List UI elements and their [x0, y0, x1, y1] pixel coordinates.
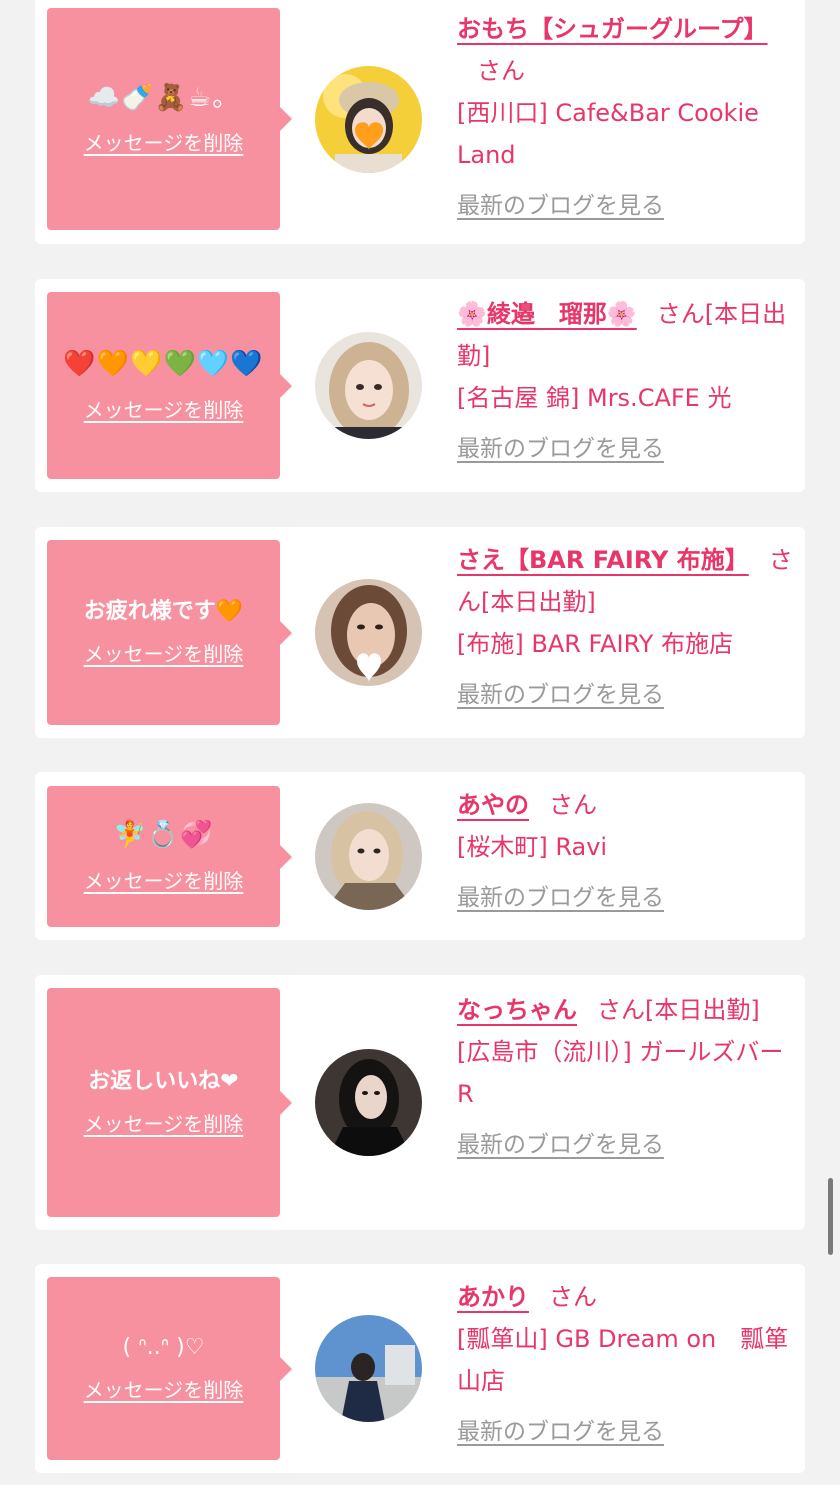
shop-name: [西川口] Cafe&Bar Cookie Land	[457, 99, 759, 169]
profile-name-link[interactable]: あかり	[457, 1283, 529, 1311]
message-bubble: お返しいいね❤ メッセージを削除	[47, 988, 292, 1217]
message-card: ❤️🧡💛💚🩵💙 メッセージを削除 🌸綾邉 瑠那🌸 さん[本日出勤] [名古屋 錦]…	[35, 279, 805, 492]
name-suffix: さん	[549, 791, 597, 819]
profile-name-link[interactable]: 🌸綾邉 瑠那🌸	[457, 300, 637, 328]
latest-blog-link[interactable]: 最新のブログを見る	[457, 186, 799, 220]
delete-message-link[interactable]: メッセージを削除	[84, 865, 244, 894]
delete-message-link[interactable]: メッセージを削除	[84, 638, 244, 667]
profile-name-link[interactable]: あやの	[457, 791, 529, 819]
message-text: ❤️🧡💛💚🩵💙	[63, 349, 264, 380]
profile-name-link[interactable]: さえ【BAR FAIRY 布施】	[457, 546, 749, 574]
delete-message-link[interactable]: メッセージを削除	[84, 394, 244, 423]
message-card: お返しいいね❤ メッセージを削除 なっちゃん さん[本日出勤] [広島市（流川）]…	[35, 975, 805, 1230]
message-text: お返しいいね❤	[88, 1068, 239, 1094]
message-text: ☁️🍼🧸☕。	[87, 82, 240, 113]
message-text: お疲れ様です🧡	[83, 598, 244, 624]
shop-name: [広島市（流川）] ガールズバーR	[457, 1038, 784, 1108]
profile-name-link[interactable]: おもち【シュガーグループ】	[457, 15, 768, 43]
message-bubble: ☁️🍼🧸☕。 メッセージを削除	[47, 8, 292, 230]
message-card: お疲れ様です🧡 メッセージを削除 さえ【BAR FAIRY 布施】 さん[本日出勤…	[35, 527, 805, 738]
message-bubble: お疲れ様です🧡 メッセージを削除	[47, 540, 292, 725]
delete-message-link[interactable]: メッセージを削除	[84, 1108, 244, 1137]
profile-info: 🌸綾邉 瑠那🌸 さん[本日出勤] [名古屋 錦] Mrs.CAFE 光 最新のブロ…	[457, 293, 799, 463]
latest-blog-link[interactable]: 最新のブログを見る	[457, 675, 799, 709]
scrollbar[interactable]	[828, 1178, 833, 1255]
message-bubble: ❤️🧡💛💚🩵💙 メッセージを削除	[47, 292, 292, 479]
shop-name: [布施] BAR FAIRY 布施店	[457, 630, 734, 658]
avatar[interactable]	[315, 803, 422, 910]
name-suffix: さん	[549, 1283, 597, 1311]
avatar[interactable]	[315, 579, 422, 686]
message-bubble: 🧚💍💞 メッセージを削除	[47, 786, 292, 927]
message-text: 🧚💍💞	[113, 820, 214, 851]
message-text: ( ᐢ..ᐢ )♡	[122, 1334, 205, 1360]
name-suffix: さん	[477, 57, 525, 85]
delete-message-link[interactable]: メッセージを削除	[84, 1374, 244, 1403]
latest-blog-link[interactable]: 最新のブログを見る	[457, 1412, 799, 1446]
profile-info: あやの さん [桜木町] Ravi 最新のブログを見る	[457, 784, 799, 912]
latest-blog-link[interactable]: 最新のブログを見る	[457, 1125, 799, 1159]
message-card: 🧚💍💞 メッセージを削除 あやの さん [桜木町] Ravi 最新のブログを見る	[35, 772, 805, 940]
message-card: ☁️🍼🧸☕。 メッセージを削除 おもち【シュガーグループ】さん [西川口] Ca…	[35, 0, 805, 244]
profile-name-link[interactable]: なっちゃん	[457, 996, 577, 1024]
profile-info: なっちゃん さん[本日出勤] [広島市（流川）] ガールズバーR 最新のブログを見…	[457, 989, 799, 1159]
shop-name: [瓢箪山] GB Dream on 瓢箪山店	[457, 1325, 789, 1395]
shop-name: [桜木町] Ravi	[457, 833, 608, 861]
avatar[interactable]	[315, 1315, 422, 1422]
message-bubble: ( ᐢ..ᐢ )♡ メッセージを削除	[47, 1277, 292, 1460]
latest-blog-link[interactable]: 最新のブログを見る	[457, 878, 799, 912]
profile-info: さえ【BAR FAIRY 布施】 さん[本日出勤] [布施] BAR FAIRY …	[457, 539, 799, 709]
delete-message-link[interactable]: メッセージを削除	[84, 127, 244, 156]
avatar[interactable]	[315, 332, 422, 439]
latest-blog-link[interactable]: 最新のブログを見る	[457, 429, 799, 463]
name-suffix: さん[本日出勤]	[597, 996, 760, 1024]
profile-info: おもち【シュガーグループ】さん [西川口] Cafe&Bar Cookie La…	[457, 8, 799, 220]
avatar[interactable]	[315, 66, 422, 173]
message-card: ( ᐢ..ᐢ )♡ メッセージを削除 あかり さん [瓢箪山] GB Dream …	[35, 1264, 805, 1473]
shop-name: [名古屋 錦] Mrs.CAFE 光	[457, 384, 732, 412]
avatar[interactable]	[315, 1049, 422, 1156]
profile-info: あかり さん [瓢箪山] GB Dream on 瓢箪山店 最新のブログを見る	[457, 1276, 799, 1446]
